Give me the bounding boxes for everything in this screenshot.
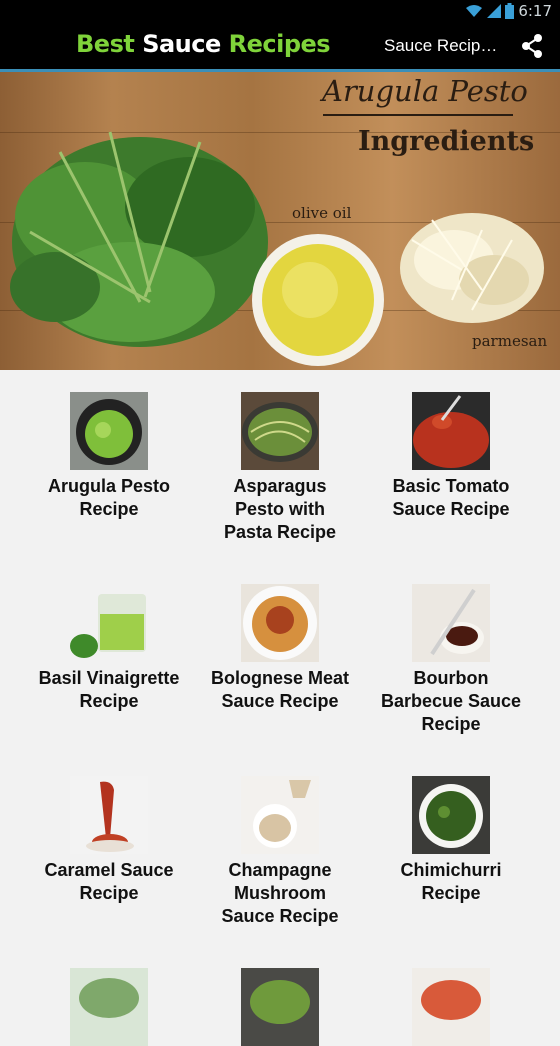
hero-title: Arugula Pesto [322, 74, 528, 108]
arugula-image [10, 131, 268, 347]
app-title-word: Sauce [142, 30, 221, 58]
battery-icon [505, 3, 515, 19]
recipe-thumbnail [412, 776, 490, 854]
hero-subtitle: Ingredients [358, 126, 535, 157]
recipe-card[interactable]: Asparagus Pesto with Pasta Recipe [187, 392, 373, 544]
app-title-word: Best [76, 30, 135, 58]
hero-label-oil: olive oil [292, 204, 352, 222]
recipe-thumbnail [70, 968, 148, 1046]
current-page-title[interactable]: Sauce Recip… [384, 36, 497, 56]
recipe-card[interactable]: Basic Tomato Sauce Recipe [358, 392, 544, 521]
recipe-thumbnail [412, 584, 490, 662]
recipe-thumbnail [241, 392, 319, 470]
parmesan-image [400, 213, 544, 323]
recipe-title: Asparagus Pesto with Pasta Recipe [223, 476, 337, 542]
hero-label-parmesan: parmesan [472, 332, 548, 350]
recipe-grid: Arugula Pesto Recipe Asparagus Pesto with P… [0, 370, 560, 1046]
recipe-thumbnail [241, 584, 319, 662]
share-button[interactable] [518, 32, 546, 60]
signal-icon [487, 4, 502, 18]
recipe-title: Caramel Sauce Recipe [44, 860, 174, 903]
recipe-card-partial[interactable] [358, 968, 544, 1046]
recipe-title: Champagne Mushroom Sauce Recipe [221, 860, 339, 926]
recipe-card-partial[interactable] [187, 968, 373, 1046]
share-icon [522, 34, 542, 58]
status-time: 6:17 [518, 2, 552, 20]
recipe-title: Arugula Pesto Recipe [47, 476, 171, 519]
recipe-title: Basic Tomato Sauce Recipe [392, 476, 510, 519]
recipe-card[interactable]: Bolognese Meat Sauce Recipe [187, 584, 373, 713]
recipe-thumbnail [241, 776, 319, 854]
recipe-thumbnail [70, 392, 148, 470]
recipe-card[interactable]: Basil Vinaigrette Recipe [16, 584, 202, 713]
status-bar: 6:17 [0, 0, 560, 22]
recipe-card[interactable]: Champagne Mushroom Sauce Recipe [187, 776, 373, 928]
recipe-title: Bolognese Meat Sauce Recipe [210, 668, 350, 711]
recipe-thumbnail [241, 968, 319, 1046]
recipe-card[interactable]: Arugula Pesto Recipe [16, 392, 202, 521]
recipe-card-partial[interactable] [16, 968, 202, 1046]
wifi-icon [466, 5, 483, 17]
recipe-title: Bourbon Barbecue Sauce Recipe [380, 668, 522, 734]
recipe-thumbnail [412, 968, 490, 1046]
olive-oil-bowl-image [252, 234, 384, 366]
recipe-title: Basil Vinaigrette Recipe [38, 668, 180, 711]
recipe-card[interactable]: Bourbon Barbecue Sauce Recipe [358, 584, 544, 736]
recipe-thumbnail [412, 392, 490, 470]
recipe-card[interactable]: Chimichurri Recipe [358, 776, 544, 905]
action-bar: Best Sauce Recipes Sauce Recip… [0, 22, 560, 72]
recipe-thumbnail [70, 776, 148, 854]
recipe-card[interactable]: Caramel Sauce Recipe [16, 776, 202, 905]
recipe-title: Chimichurri Recipe [400, 860, 502, 903]
hero-banner: Arugula Pesto Ingredients olive oil parm… [0, 72, 560, 370]
app-title-word: Recipes [228, 30, 331, 58]
status-icons: 6:17 [465, 2, 552, 20]
recipe-thumbnail [70, 584, 148, 662]
app-title: Best Sauce Recipes [76, 30, 331, 58]
hero-divider [323, 114, 513, 116]
